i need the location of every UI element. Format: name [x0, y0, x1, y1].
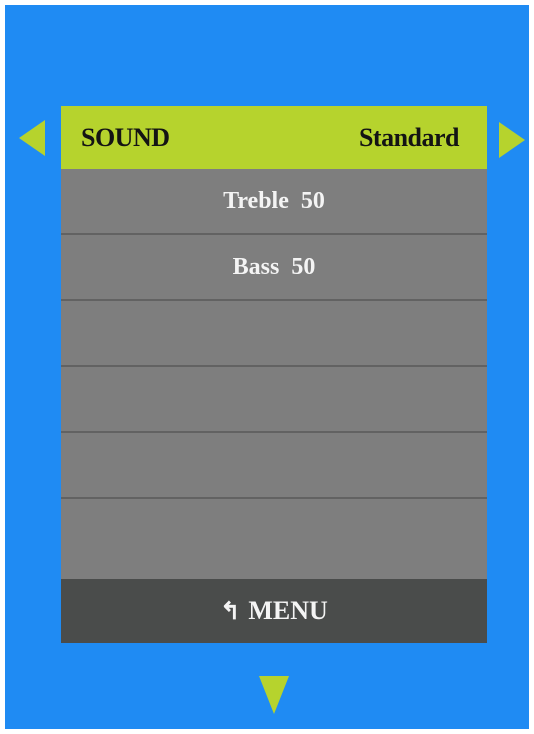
arrow-left-icon[interactable] [19, 120, 45, 156]
menu-row-empty [61, 301, 487, 367]
menu-row-empty [61, 367, 487, 433]
menu-row-treble[interactable]: Treble 50 [61, 169, 487, 235]
menu-row-empty [61, 433, 487, 499]
menu-row-bass[interactable]: Bass 50 [61, 235, 487, 301]
menu-return-label: MENU [248, 596, 328, 625]
arrow-down-icon[interactable] [259, 676, 289, 714]
menu-row-value: 50 [300, 187, 325, 214]
menu-footer[interactable]: ↰ MENU [61, 579, 487, 643]
arrow-right-icon[interactable] [499, 122, 525, 158]
tv-screen: SOUND Standard Treble 50 Bass 50 ↰ MENU [5, 5, 529, 729]
menu-title: SOUND [81, 122, 170, 152]
menu-row-value: 50 [291, 253, 316, 280]
sound-menu-panel: SOUND Standard Treble 50 Bass 50 ↰ MENU [61, 106, 487, 643]
menu-row-label: Bass [232, 253, 280, 280]
menu-row-empty [61, 499, 487, 579]
menu-header[interactable]: SOUND Standard [61, 106, 487, 169]
return-icon: ↰ [220, 598, 241, 625]
menu-row-label: Treble [223, 187, 289, 214]
sound-mode-value[interactable]: Standard [359, 123, 460, 153]
